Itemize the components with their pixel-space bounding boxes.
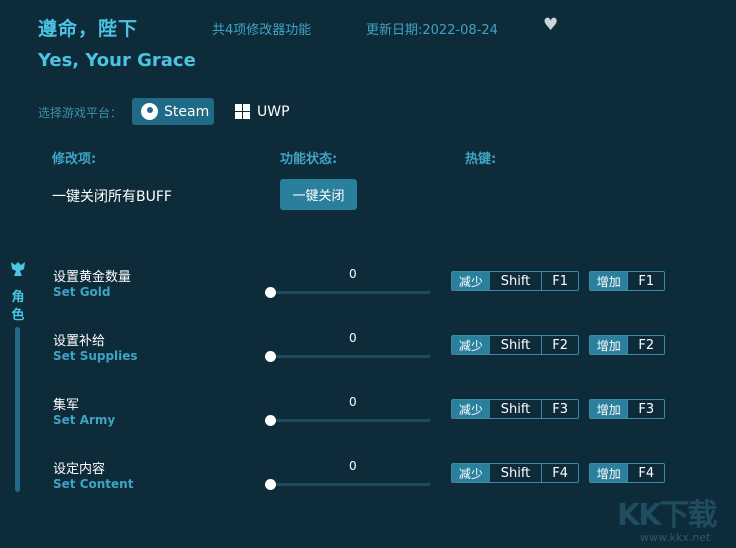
decrease-hotkey[interactable]: 减少 Shift F2 [451, 335, 579, 355]
slider-knob[interactable] [265, 415, 276, 426]
watermark-logo: KK下载 [617, 498, 717, 533]
steam-button[interactable]: Steam [132, 98, 214, 125]
game-title-cn: 遵命，陛下 [38, 18, 139, 40]
column-modifier: 修改项: [52, 152, 97, 167]
increase-tag: 增加 [590, 272, 628, 290]
value-slider[interactable] [265, 287, 430, 298]
slider-knob[interactable] [265, 287, 276, 298]
windows-icon [235, 104, 250, 119]
modifier-key: Shift [500, 273, 531, 289]
function-key: F1 [627, 272, 664, 290]
watermark-url: www.kkx.net [640, 531, 711, 544]
decrease-tag: 减少 [452, 336, 490, 354]
sidebar-tab-character[interactable]: 角 色 [10, 289, 26, 325]
increase-hotkey[interactable]: 增加 F1 [589, 271, 665, 291]
cheat-name-cn: 设定内容 [53, 462, 106, 477]
increase-tag: 增加 [590, 336, 628, 354]
uwp-button[interactable]: UWP [235, 98, 290, 125]
increase-hotkey[interactable]: 增加 F3 [589, 399, 665, 419]
modifier-key: Shift [500, 337, 531, 353]
sidebar-char-2: 色 [11, 308, 25, 323]
cheat-name-en: Set Army [53, 413, 116, 427]
cheat-name-en: Set Gold [53, 285, 111, 299]
decrease-tag: 减少 [452, 272, 490, 290]
slider-knob[interactable] [265, 351, 276, 362]
decrease-hotkey[interactable]: 减少 Shift F1 [451, 271, 579, 291]
slider-knob[interactable] [265, 479, 276, 490]
close-all-buff-button[interactable]: 一键关闭 [280, 179, 357, 210]
heart-icon[interactable]: ♥ [543, 17, 559, 34]
update-date: 更新日期:2022-08-24 [366, 23, 498, 38]
platform-label: 选择游戏平台： [38, 106, 123, 120]
steam-label: Steam [164, 103, 210, 120]
cheat-name-cn: 设置补给 [53, 334, 106, 349]
decrease-tag: 减少 [452, 464, 490, 482]
column-state: 功能状态: [280, 152, 338, 167]
increase-tag: 增加 [590, 400, 628, 418]
buff-label: 一键关闭所有BUFF [52, 189, 172, 205]
uwp-label: UWP [257, 103, 290, 120]
function-key: F3 [627, 400, 664, 418]
column-hotkey: 热键: [465, 152, 497, 167]
function-key: F2 [541, 336, 578, 354]
function-key: F1 [541, 272, 578, 290]
steam-icon [141, 103, 158, 120]
modifier-key: Shift [500, 401, 531, 417]
function-key: F3 [541, 400, 578, 418]
cheat-name-en: Set Content [53, 477, 134, 491]
decrease-hotkey[interactable]: 减少 Shift F3 [451, 399, 579, 419]
cheat-name-en: Set Supplies [53, 349, 138, 363]
slider-value: 0 [349, 395, 357, 409]
function-key: F4 [541, 464, 578, 482]
increase-hotkey[interactable]: 增加 F4 [589, 463, 665, 483]
value-slider[interactable] [265, 415, 430, 426]
slider-value: 0 [349, 331, 357, 345]
function-key: F2 [627, 336, 664, 354]
decrease-tag: 减少 [452, 400, 490, 418]
sidebar-char-1: 角 [11, 290, 25, 305]
value-slider[interactable] [265, 351, 430, 362]
decrease-hotkey[interactable]: 减少 Shift F4 [451, 463, 579, 483]
cheat-name-cn: 集军 [53, 398, 80, 413]
feature-count: 共4项修改器功能 [212, 23, 312, 38]
sidebar-scrollbar[interactable] [15, 327, 20, 492]
value-slider[interactable] [265, 479, 430, 490]
slider-value: 0 [349, 267, 357, 281]
cheat-name-cn: 设置黄金数量 [53, 270, 132, 285]
function-key: F4 [627, 464, 664, 482]
character-icon [11, 262, 25, 276]
increase-tag: 增加 [590, 464, 628, 482]
modifier-key: Shift [500, 465, 531, 481]
game-title-en: Yes, Your Grace [38, 50, 196, 71]
slider-value: 0 [349, 459, 357, 473]
increase-hotkey[interactable]: 增加 F2 [589, 335, 665, 355]
